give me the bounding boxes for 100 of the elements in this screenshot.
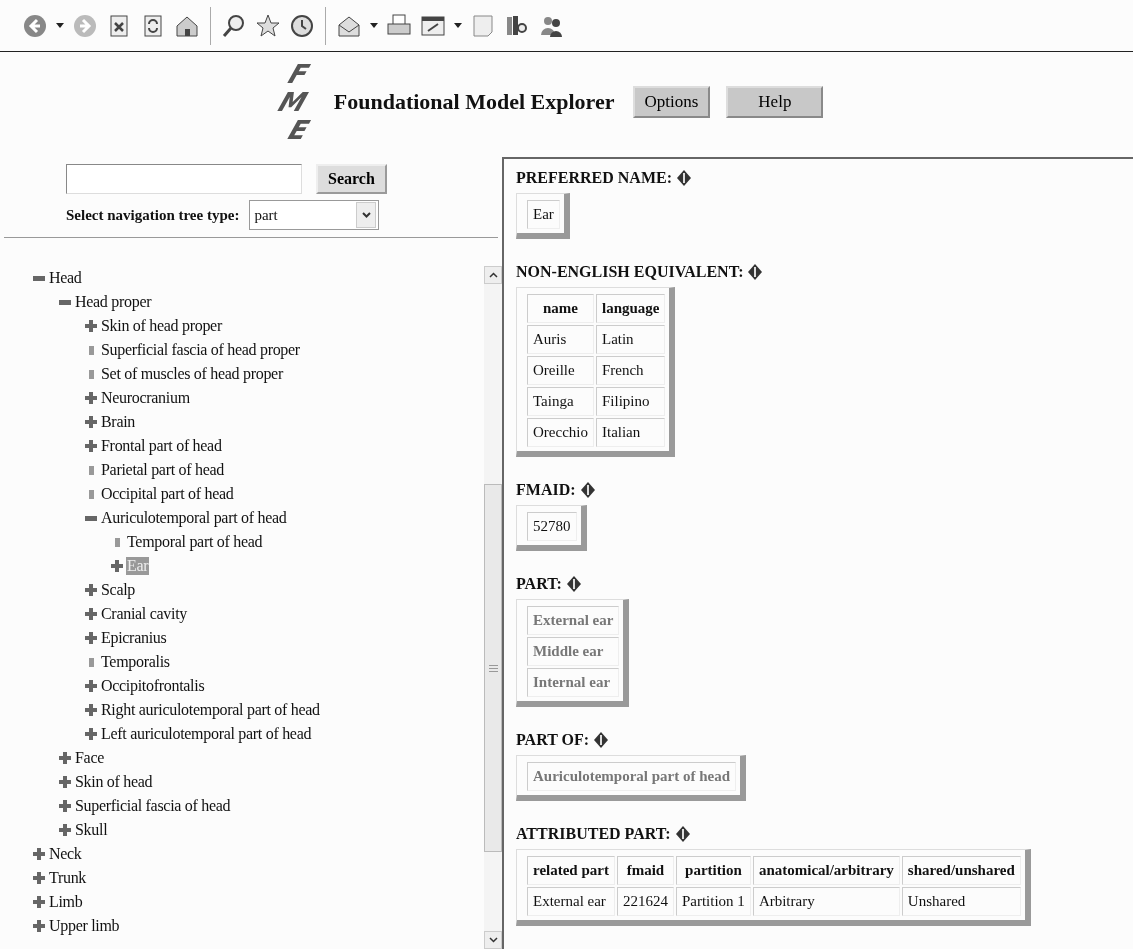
table-cell: Filipino (595, 387, 666, 416)
tree-item[interactable]: Face (74, 749, 105, 767)
info-icon[interactable] (677, 170, 691, 186)
plus-icon[interactable] (33, 896, 45, 908)
header-button[interactable]: Help (726, 86, 824, 118)
info-icon[interactable] (594, 732, 609, 748)
column-header: shared/unshared (901, 856, 1021, 885)
column-header: related part (527, 856, 615, 885)
plus-icon[interactable] (85, 608, 97, 620)
scrollbar[interactable] (484, 266, 502, 949)
column-header: language (595, 294, 666, 323)
plus-icon[interactable] (59, 824, 71, 836)
tree-item[interactable]: Brain (100, 413, 137, 431)
scroll-down-icon[interactable] (488, 937, 498, 943)
back-icon[interactable] (22, 12, 48, 39)
section-heading: NON-ENGLISH EQUIVALENT: (516, 263, 744, 281)
tree-item[interactable]: Temporal part of head (126, 533, 264, 551)
plus-icon[interactable] (85, 728, 97, 740)
tree-item[interactable]: Neck (48, 845, 83, 863)
plus-icon[interactable] (85, 584, 97, 596)
leaf-square-icon (114, 537, 120, 547)
dropdown-icon[interactable] (56, 23, 64, 28)
tree-item[interactable]: Head proper (74, 293, 153, 311)
tree-item[interactable]: Frontal part of head (100, 437, 223, 455)
dropdown-icon[interactable] (370, 23, 378, 28)
link-cell[interactable]: Middle ear (527, 637, 620, 666)
tree-item[interactable]: Limb (48, 893, 84, 911)
plus-icon[interactable] (111, 560, 123, 572)
grip-icon (488, 664, 498, 672)
tree-item[interactable]: Auriculotemporal part of head (100, 509, 288, 527)
search-button[interactable]: Search (316, 164, 387, 194)
link-cell[interactable]: Auriculotemporal part of head (527, 762, 737, 791)
plus-icon[interactable] (59, 776, 71, 788)
info-icon[interactable] (580, 482, 595, 498)
table-cell: Italian (595, 418, 666, 447)
header-button[interactable]: Options (632, 86, 711, 118)
tree-item[interactable]: Scalp (100, 581, 137, 599)
table-cell: Unshared (901, 887, 1021, 916)
plus-icon[interactable] (85, 680, 97, 692)
star-icon[interactable] (255, 12, 281, 39)
tree-item[interactable]: Occipital part of head (100, 485, 235, 503)
history-icon[interactable] (289, 12, 315, 39)
info-icon[interactable] (566, 576, 581, 592)
plus-icon[interactable] (85, 320, 97, 332)
tree-item[interactable]: Skin of head proper (100, 317, 223, 335)
tree-item[interactable]: Superficial fascia of head (74, 797, 232, 815)
plus-icon[interactable] (85, 392, 97, 404)
table-cell: Partition 1 (675, 887, 751, 916)
info-icon[interactable] (675, 826, 690, 842)
tree-item[interactable]: Left auriculotemporal part of head (100, 725, 313, 743)
tree-item[interactable]: Upper limb (48, 917, 121, 935)
plus-icon[interactable] (85, 440, 97, 452)
plus-icon[interactable] (59, 752, 71, 764)
tree-type-select[interactable]: part (249, 200, 380, 230)
tree-item[interactable]: Set of muscles of head proper (100, 365, 284, 383)
leaf-square-icon (88, 657, 94, 667)
logo-letter: F (283, 60, 313, 88)
section-heading: ATTRIBUTED PART: (516, 825, 671, 843)
tree-item[interactable]: Epicranius (100, 629, 168, 647)
link-cell[interactable]: Internal ear (527, 668, 620, 697)
plus-icon[interactable] (33, 872, 45, 884)
search-icon[interactable] (221, 12, 247, 39)
scroll-up-icon[interactable] (488, 272, 498, 278)
tree-item[interactable]: Parietal part of head (100, 461, 225, 479)
plus-icon[interactable] (85, 704, 97, 716)
section-heading: PREFERRED NAME: (516, 169, 672, 187)
table-cell: Auris (527, 325, 594, 354)
dropdown-icon[interactable] (454, 23, 462, 28)
minus-icon[interactable] (85, 515, 97, 521)
table-cell: Latin (595, 325, 666, 354)
tree-type-label: Select navigation tree type: (66, 206, 240, 224)
tree-item[interactable]: Neurocranium (100, 389, 191, 407)
tree-item[interactable]: Temporalis (100, 653, 171, 671)
minus-icon[interactable] (59, 299, 71, 305)
tree-item[interactable]: Occipitofrontalis (100, 677, 206, 695)
link-cell[interactable]: External ear (527, 606, 620, 635)
tree-item[interactable]: Cranial cavity (100, 605, 188, 623)
info-icon[interactable] (748, 264, 763, 280)
app-title: Foundational Model Explorer (333, 89, 615, 115)
tree-item[interactable]: Skull (74, 821, 109, 839)
section-heading: PART: (516, 575, 562, 593)
tree-item[interactable]: Skin of head (74, 773, 154, 791)
plus-icon[interactable] (85, 416, 97, 428)
tree-item[interactable]: Trunk (48, 869, 88, 887)
minus-icon[interactable] (33, 275, 45, 281)
tree-item[interactable]: Superficial fascia of head proper (100, 341, 301, 359)
caret-icon (361, 212, 371, 218)
table-cell: Arbitrary (752, 887, 900, 916)
tree-item[interactable]: Head (48, 269, 83, 287)
table-cell: Tainga (527, 387, 594, 416)
value-cell: 52780 (527, 512, 577, 541)
plus-icon[interactable] (59, 800, 71, 812)
plus-icon[interactable] (85, 632, 97, 644)
plus-icon[interactable] (33, 848, 45, 860)
search-field[interactable] (66, 164, 302, 194)
leaf-square-icon (88, 345, 94, 355)
tree-item[interactable]: Right auriculotemporal part of head (100, 701, 321, 719)
column-header: fmaid (616, 856, 674, 885)
table-cell: 221624 (616, 887, 674, 916)
plus-icon[interactable] (33, 920, 45, 932)
